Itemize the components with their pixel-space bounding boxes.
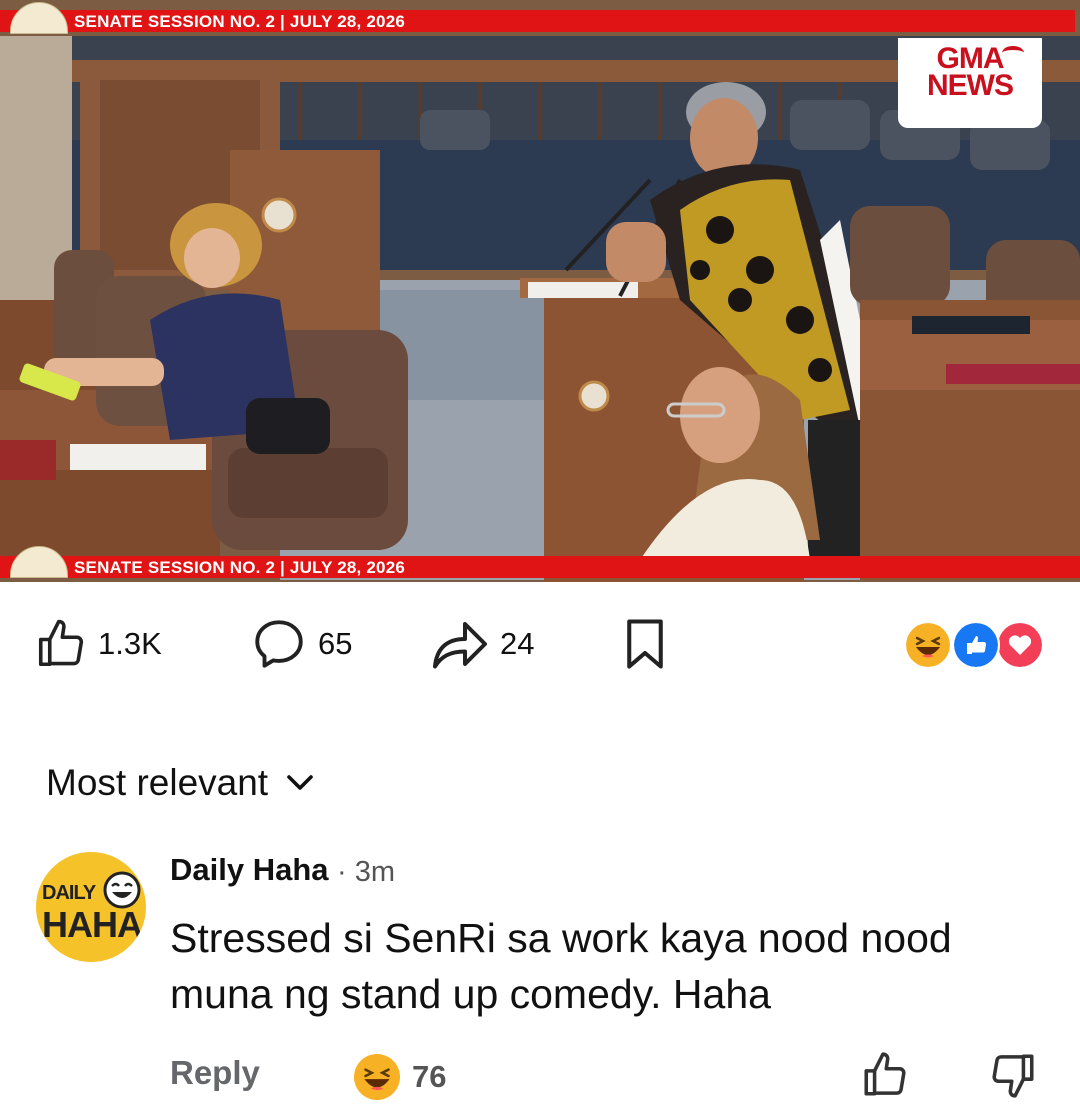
gma-swoosh-icon — [1002, 46, 1024, 60]
video-frame[interactable]: SENATE SESSION NO. 2 | JULY 28, 2026 SEN… — [0, 0, 1080, 582]
bookmark-icon — [627, 619, 663, 669]
sort-label: Most relevant — [46, 762, 269, 803]
save-button[interactable] — [622, 612, 668, 676]
comment-count: 65 — [318, 626, 353, 661]
share-count: 24 — [500, 626, 535, 661]
comment-timestamp: · 3m — [337, 856, 395, 888]
chevron-down-icon — [287, 775, 313, 790]
comment-text: Stressed si SenRi sa work kaya nood nood… — [170, 915, 952, 1017]
share-button[interactable]: 24 — [430, 612, 534, 676]
comment-bubble-icon — [255, 620, 303, 668]
like-count: 1.3K — [98, 626, 162, 661]
reaction-summary[interactable] — [904, 621, 1044, 669]
thumbs-down-icon — [992, 1054, 1034, 1098]
comment-dislike-button[interactable] — [988, 1050, 1038, 1105]
session-banner-bottom-text: SENATE SESSION NO. 2 | JULY 28, 2026 — [74, 558, 406, 577]
avatar[interactable]: DAILY HAHA — [36, 852, 146, 962]
thumbs-up-icon — [38, 619, 84, 667]
share-arrow-icon — [433, 622, 487, 669]
comment-reaction-count: 76 — [412, 1059, 447, 1094]
haha-icon — [354, 1054, 400, 1100]
avatar-text-top: DAILY — [42, 882, 96, 904]
gma-news-logo: GMA NEWS — [898, 38, 1042, 128]
comment-button[interactable]: 65 — [250, 612, 352, 676]
thumbs-up-icon — [864, 1052, 906, 1096]
reply-button[interactable]: Reply — [170, 1054, 260, 1092]
session-banner-top-text: SENATE SESSION NO. 2 | JULY 28, 2026 — [74, 12, 406, 31]
session-banner-bottom: SENATE SESSION NO. 2 | JULY 28, 2026 — [0, 546, 1080, 578]
haha-icon — [904, 621, 952, 669]
gma-logo-line2: NEWS — [927, 69, 1014, 102]
comment-author[interactable]: Daily Haha — [170, 852, 329, 888]
love-icon — [996, 621, 1044, 669]
laughing-face-icon — [103, 871, 141, 909]
sort-comments-dropdown[interactable]: Most relevant — [46, 762, 314, 804]
comment-like-button[interactable] — [860, 1050, 910, 1105]
comment-reaction-summary[interactable]: 76 — [354, 1054, 446, 1100]
like-icon — [952, 621, 1000, 669]
avatar-text-bottom: HAHA — [42, 904, 143, 945]
session-banner-top: SENATE SESSION NO. 2 | JULY 28, 2026 — [0, 2, 1075, 34]
like-button[interactable]: 1.3K — [34, 612, 162, 676]
